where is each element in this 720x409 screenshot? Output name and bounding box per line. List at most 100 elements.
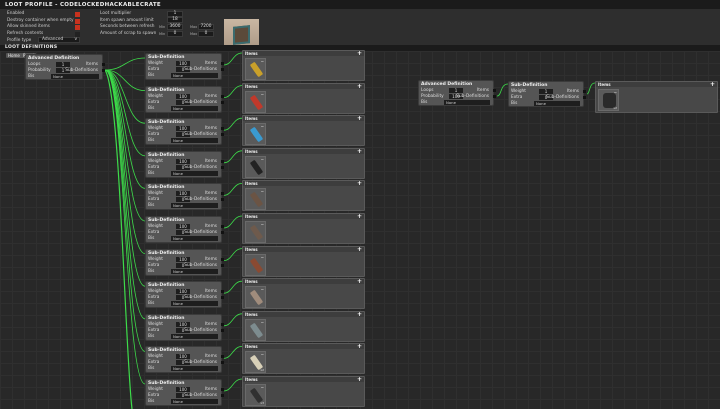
loops-input[interactable]: 1 bbox=[449, 88, 463, 93]
weight-input[interactable]: 100 bbox=[176, 321, 190, 327]
items-port[interactable] bbox=[221, 127, 224, 131]
subdefs-port[interactable] bbox=[221, 263, 224, 267]
items-node[interactable]: Items + − bbox=[242, 147, 365, 179]
bis-select[interactable]: None bbox=[171, 366, 218, 372]
bis-select[interactable]: None bbox=[171, 236, 218, 241]
item-slot[interactable]: − bbox=[245, 286, 266, 309]
remove-item-button[interactable]: − bbox=[614, 90, 617, 95]
subdefs-port[interactable] bbox=[583, 96, 586, 99]
bis-select[interactable]: None bbox=[171, 170, 218, 176]
weight-input[interactable]: 100 bbox=[176, 289, 190, 295]
bis-select[interactable]: None bbox=[171, 105, 218, 111]
home-button[interactable]: Home bbox=[6, 53, 22, 58]
sub-definition-node[interactable]: Sub-Definition Weight 100 Items Extra 0 Sub-… bbox=[145, 346, 224, 374]
remove-item-button[interactable]: − bbox=[261, 352, 264, 357]
items-port[interactable] bbox=[221, 192, 224, 196]
subdefs-port[interactable] bbox=[221, 328, 224, 332]
items-node[interactable]: Items + − bbox=[242, 180, 365, 212]
bis-select[interactable]: None bbox=[171, 399, 218, 404]
add-item-button[interactable]: + bbox=[357, 343, 362, 350]
weight-input[interactable]: 100 bbox=[176, 158, 190, 164]
profile-type-select[interactable]: Advanced v bbox=[38, 37, 80, 43]
add-item-button[interactable]: + bbox=[357, 180, 362, 187]
item-slot[interactable]: − bbox=[245, 318, 266, 341]
item-slot[interactable]: − bbox=[245, 90, 266, 113]
subdefs-port[interactable] bbox=[221, 296, 224, 300]
refresh-min-input[interactable]: 3600 bbox=[167, 24, 183, 30]
sub-definition-node[interactable]: Sub-Definition Weight 100 Items Extra 0 Sub-… bbox=[145, 313, 224, 341]
item-slot[interactable]: − bbox=[245, 188, 266, 211]
weight-input[interactable]: 100 bbox=[176, 387, 190, 392]
remove-item-button[interactable]: − bbox=[261, 385, 264, 390]
bis-select[interactable]: None bbox=[171, 138, 218, 144]
item-slot[interactable]: − bbox=[245, 253, 266, 276]
item-slot[interactable]: − bbox=[245, 58, 266, 80]
add-item-button[interactable]: + bbox=[357, 115, 362, 122]
refresh-max-input[interactable]: 7200 bbox=[198, 24, 214, 30]
items-node[interactable]: Items + − bbox=[242, 310, 365, 342]
item-slot[interactable]: − x2 bbox=[598, 89, 619, 111]
remove-item-button[interactable]: − bbox=[261, 255, 264, 260]
add-item-button[interactable]: + bbox=[357, 148, 362, 155]
advanced-definition-node-2[interactable]: Advanced Definition Loops 1 Items Probabil… bbox=[418, 80, 496, 106]
bis-select[interactable]: None bbox=[534, 101, 580, 106]
remove-item-button[interactable]: − bbox=[261, 157, 264, 162]
sub-definition-node[interactable]: Sub-Definition Weight 100 Items Extra 0 Sub-… bbox=[145, 216, 224, 243]
remove-item-button[interactable]: − bbox=[261, 124, 264, 129]
bis-select[interactable]: None bbox=[444, 100, 490, 105]
add-item-button[interactable]: + bbox=[357, 376, 362, 383]
items-port[interactable] bbox=[221, 322, 224, 326]
sub-definition-node[interactable]: Sub-Definition Weight 100 Items Extra 0 Sub-… bbox=[145, 248, 224, 276]
sub-definition-node[interactable]: Sub-Definition Weight 100 Items Extra 0 Sub-… bbox=[145, 85, 224, 113]
loops-input[interactable]: 1 bbox=[56, 62, 70, 67]
destroy-checkbox[interactable] bbox=[75, 19, 80, 24]
scrap-min-input[interactable]: 0 bbox=[167, 31, 183, 37]
items-port[interactable] bbox=[102, 63, 105, 66]
add-item-button[interactable]: + bbox=[357, 83, 362, 90]
sub-definition-node-right[interactable]: Sub-Definition Weight 1 Items Extra 0 Sub-De… bbox=[508, 81, 586, 107]
add-item-button[interactable]: + bbox=[710, 81, 715, 88]
sub-definition-node[interactable]: Sub-Definition Weight 100 Items Extra 0 Sub-… bbox=[145, 379, 224, 406]
item-slot[interactable]: − bbox=[245, 123, 266, 146]
bis-select[interactable]: None bbox=[171, 268, 218, 274]
subdefs-port[interactable] bbox=[221, 68, 224, 71]
items-node[interactable]: Items + − bbox=[242, 278, 365, 310]
subdefs-port[interactable] bbox=[221, 133, 224, 137]
remove-item-button[interactable]: − bbox=[261, 189, 264, 194]
items-port[interactable] bbox=[221, 225, 224, 228]
subdefs-port[interactable] bbox=[221, 198, 224, 202]
sub-definition-node[interactable]: Sub-Definition Weight 100 Items Extra 0 Sub-… bbox=[145, 150, 224, 178]
items-port[interactable] bbox=[221, 290, 224, 294]
bis-select[interactable]: None bbox=[171, 73, 218, 78]
add-item-button[interactable]: + bbox=[357, 213, 362, 220]
bis-select[interactable]: None bbox=[51, 74, 99, 79]
subdefs-port[interactable] bbox=[221, 361, 224, 365]
enabled-checkbox[interactable] bbox=[75, 12, 80, 17]
item-slot[interactable]: − x2 bbox=[245, 351, 266, 374]
items-node[interactable]: Items + − bbox=[242, 50, 365, 81]
subdefs-port[interactable] bbox=[221, 231, 224, 234]
items-port[interactable] bbox=[221, 94, 224, 98]
bis-select[interactable]: None bbox=[171, 301, 218, 307]
items-node-right[interactable]: Items + − x2 bbox=[595, 81, 718, 113]
weight-input[interactable]: 100 bbox=[176, 126, 190, 132]
item-slot[interactable]: − x3 bbox=[245, 384, 266, 406]
items-port[interactable] bbox=[221, 257, 224, 261]
skinned-checkbox[interactable] bbox=[75, 25, 80, 30]
items-port[interactable] bbox=[583, 90, 586, 93]
spawn-limit-input[interactable]: 18 bbox=[167, 17, 183, 23]
subdefs-port[interactable] bbox=[221, 100, 224, 104]
item-slot[interactable]: − bbox=[245, 155, 266, 178]
items-port[interactable] bbox=[221, 62, 224, 65]
add-item-button[interactable]: + bbox=[357, 50, 362, 57]
weight-input[interactable]: 100 bbox=[176, 93, 190, 99]
items-node[interactable]: Items + − bbox=[242, 213, 365, 244]
add-item-button[interactable]: + bbox=[357, 246, 362, 253]
remove-item-button[interactable]: − bbox=[261, 320, 264, 325]
sub-definition-node[interactable]: Sub-Definition Weight 100 Items Extra 0 Sub-… bbox=[145, 53, 224, 80]
scrap-max-input[interactable]: 0 bbox=[198, 31, 214, 37]
remove-item-button[interactable]: − bbox=[261, 92, 264, 97]
remove-item-button[interactable]: − bbox=[261, 59, 264, 64]
items-node[interactable]: Items + − bbox=[242, 115, 365, 147]
remove-item-button[interactable]: − bbox=[261, 287, 264, 292]
